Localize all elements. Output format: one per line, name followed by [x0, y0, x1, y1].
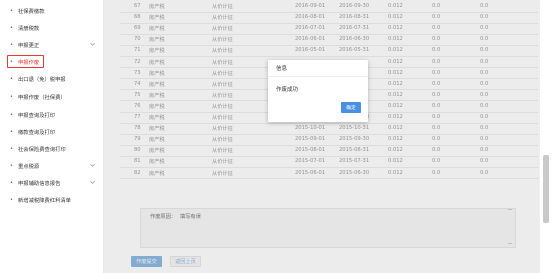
bullet-icon: •: [10, 128, 13, 135]
sidebar-item[interactable]: • 申报更正: [0, 36, 104, 53]
sidebar-item-label: 申报查询及打印: [18, 112, 56, 119]
scrollbar-track[interactable]: [539, 0, 554, 273]
sidebar-item[interactable]: • 社会保险费查询打印: [0, 140, 104, 157]
bullet-icon: •: [10, 196, 13, 203]
scrollbar-thumb[interactable]: [543, 155, 549, 223]
sidebar-item[interactable]: • 新增减税降费红利清单: [0, 191, 104, 208]
bullet-icon: •: [10, 111, 13, 118]
bullet-icon: •: [10, 7, 13, 14]
sidebar-item[interactable]: • 社保费缴款: [0, 2, 104, 19]
chevron-down-icon: [90, 180, 95, 184]
sidebar: • 社保费缴款 • 清册税款 • 申报更正 • 申报作废 • 出口退（免）税申报 • 申报作废（社保费…: [0, 0, 104, 273]
sidebar-item-label: 社会保险费查询打印: [18, 146, 66, 153]
sidebar-item[interactable]: • 出口退（免）税申报: [0, 70, 104, 87]
bullet-icon: •: [10, 145, 13, 152]
dialog-divider: [268, 76, 368, 77]
chevron-down-icon: [90, 42, 95, 46]
sidebar-item[interactable]: • 清册税款: [0, 19, 104, 36]
sidebar-item-label: 社保费缴款: [18, 8, 45, 15]
dialog-message: 作废成功: [276, 87, 299, 93]
sidebar-item[interactable]: • 申报作废（社保费）: [0, 88, 104, 105]
sidebar-item-label: 申报更正: [18, 42, 40, 49]
sidebar-item[interactable]: • 申报查询及打印: [0, 106, 104, 123]
sidebar-item[interactable]: • 缴款查询及打印: [0, 123, 104, 140]
sidebar-item-label: 申报作废（社保费）: [18, 94, 66, 101]
chevron-down-icon: [90, 163, 95, 167]
bullet-icon: •: [10, 179, 13, 186]
sidebar-item-label: 缴款查询及打印: [18, 129, 56, 136]
active-item-highlight: [7, 55, 44, 68]
modal-overlay: [104, 0, 544, 273]
bullet-icon: •: [10, 41, 13, 48]
bullet-icon: •: [10, 162, 13, 169]
bullet-icon: •: [10, 75, 13, 82]
dialog-confirm-button[interactable]: 确定: [341, 102, 361, 113]
bullet-icon: •: [10, 93, 13, 100]
bullet-icon: •: [10, 24, 13, 31]
sidebar-item-label: 新增减税降费红利清单: [18, 197, 71, 204]
dialog-title: 信息: [276, 66, 288, 72]
sidebar-item-label: 清册税款: [18, 25, 40, 32]
sidebar-item[interactable]: • 申报辅助信息报告: [0, 174, 104, 191]
sidebar-item-label: 重点税源: [18, 163, 40, 170]
sidebar-item-label: 出口退（免）税申报: [18, 76, 66, 83]
sidebar-item-label: 申报辅助信息报告: [18, 180, 61, 187]
sidebar-item[interactable]: • 重点税源: [0, 157, 104, 174]
